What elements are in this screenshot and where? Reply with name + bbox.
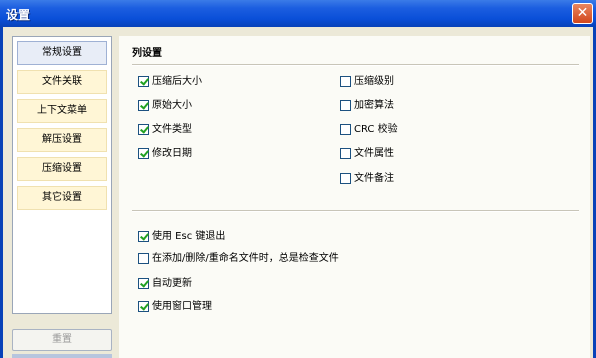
divider bbox=[132, 64, 579, 66]
checkbox[interactable] bbox=[340, 76, 351, 87]
checkbox[interactable] bbox=[138, 148, 149, 159]
checkbox[interactable] bbox=[340, 124, 351, 135]
divider bbox=[132, 210, 579, 212]
window-title: 设置 bbox=[6, 8, 31, 22]
sidebar-item-label: 文件关联 bbox=[42, 76, 82, 87]
checkbox[interactable] bbox=[340, 100, 351, 111]
checkbox[interactable] bbox=[138, 76, 149, 87]
sidebar-item-extract[interactable]: 解压设置 bbox=[17, 128, 107, 152]
reset-button[interactable]: 重置 bbox=[12, 329, 112, 351]
checkbox[interactable] bbox=[138, 231, 149, 242]
settings-panel: 列设置 压缩后大小 原始大小 文件类型 修改日期 压缩级别 加密算法 CRC 校… bbox=[119, 36, 590, 358]
checkbox[interactable] bbox=[138, 124, 149, 135]
close-icon: ✕ bbox=[576, 5, 589, 21]
sidebar-bottom-edge bbox=[12, 354, 112, 358]
close-button[interactable]: ✕ bbox=[572, 3, 593, 24]
sidebar-item-label: 压缩设置 bbox=[42, 163, 82, 174]
checkbox[interactable] bbox=[138, 100, 149, 111]
sidebar-item-context-menu[interactable]: 上下文菜单 bbox=[17, 99, 107, 123]
sidebar-item-label: 其它设置 bbox=[42, 192, 82, 203]
checkbox[interactable] bbox=[138, 253, 149, 264]
checkbox[interactable] bbox=[340, 173, 351, 184]
sidebar-item-compress[interactable]: 压缩设置 bbox=[17, 157, 107, 181]
sidebar-item-file-association[interactable]: 文件关联 bbox=[17, 70, 107, 94]
section-title: 列设置 bbox=[132, 48, 162, 59]
checkbox[interactable] bbox=[138, 278, 149, 289]
title-bar: 设置 ✕ bbox=[0, 0, 596, 27]
sidebar-item-label: 上下文菜单 bbox=[37, 105, 87, 116]
checkbox[interactable] bbox=[138, 301, 149, 312]
sidebar-item-label: 解压设置 bbox=[42, 134, 82, 145]
checkbox[interactable] bbox=[340, 148, 351, 159]
sidebar-item-other[interactable]: 其它设置 bbox=[17, 186, 107, 210]
sidebar-item-label: 常规设置 bbox=[42, 47, 82, 58]
sidebar-item-general[interactable]: 常规设置 bbox=[17, 41, 107, 65]
settings-sidebar: 常规设置 文件关联 上下文菜单 解压设置 压缩设置 其它设置 bbox=[12, 36, 112, 314]
